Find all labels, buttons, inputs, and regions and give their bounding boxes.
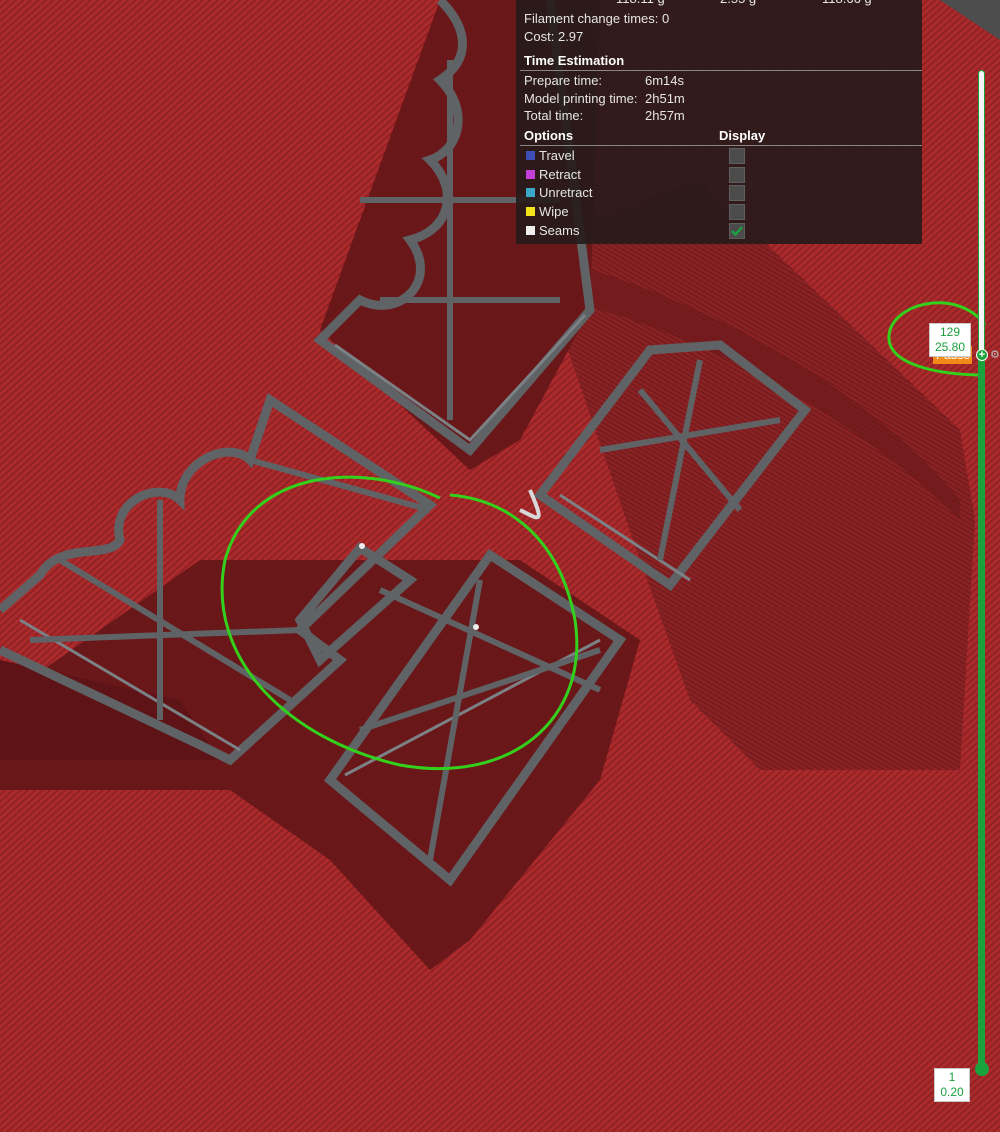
cost-row: Cost: 2.97	[524, 28, 583, 46]
seams-color-swatch	[526, 226, 535, 235]
gcode-legend-panel: 118.11 g 2.55 g 118.66 g Filament change…	[516, 0, 922, 244]
wipe-display-checkbox[interactable]	[729, 204, 745, 220]
prepare-time-label: Prepare time:	[524, 73, 603, 88]
weight-support: 2.55 g	[720, 0, 756, 8]
filament-change-value: 0	[662, 11, 670, 26]
option-row-travel: Travel	[524, 147, 924, 165]
lower-layer-thumb[interactable]	[975, 1062, 989, 1076]
total-time-value: 2h57m	[645, 108, 685, 123]
upper-layer-label: 129 25.80	[929, 323, 971, 357]
wipe-color-swatch	[526, 207, 535, 216]
lower-layer-height: 0.20	[940, 1085, 964, 1099]
lower-layer-number: 1	[948, 1070, 956, 1084]
layer-slider-range	[978, 357, 985, 1070]
model-printing-time-value: 2h51m	[645, 91, 685, 106]
gcode-preview-viewport[interactable]: 118.11 g 2.55 g 118.66 g Filament change…	[0, 0, 1000, 1132]
travel-color-swatch	[526, 151, 535, 160]
cost-label: Cost:	[524, 29, 555, 44]
retract-display-checkbox[interactable]	[729, 167, 745, 183]
option-row-wipe: Wipe	[524, 203, 924, 221]
options-header: Options	[524, 128, 574, 143]
seams-display-checkbox[interactable]	[729, 223, 745, 239]
option-label: Wipe	[539, 204, 569, 219]
unretract-display-checkbox[interactable]	[729, 185, 745, 201]
cog-icon[interactable]: ⚙	[990, 349, 1000, 361]
retract-color-swatch	[526, 170, 535, 179]
filament-change-label: Filament change times:	[524, 11, 659, 26]
total-time-label: Total time:	[524, 108, 584, 123]
option-label: Seams	[539, 223, 580, 238]
prepare-time-value: 6m14s	[645, 73, 685, 88]
options-header-row: Options Display	[524, 127, 924, 145]
divider	[520, 70, 922, 71]
unretract-color-swatch	[526, 188, 535, 197]
option-label: Retract	[539, 167, 581, 182]
upper-layer-number: 129	[939, 325, 961, 339]
option-row-unretract: Unretract	[524, 184, 924, 202]
checkmark-icon	[731, 226, 743, 237]
divider	[520, 145, 922, 146]
filament-change-row: Filament change times: 0	[524, 10, 669, 28]
travel-display-checkbox[interactable]	[729, 148, 745, 164]
cost-value: 2.97	[557, 29, 584, 44]
upper-layer-height: 25.80	[934, 340, 966, 354]
option-row-seams: Seams	[524, 222, 924, 240]
option-label: Unretract	[539, 185, 593, 200]
option-label: Travel	[539, 148, 575, 163]
upper-layer-thumb[interactable]: +	[976, 349, 988, 361]
weight-total: 118.66 g	[822, 0, 872, 8]
weight-model: 118.11 g	[616, 0, 665, 8]
plus-icon: +	[978, 349, 986, 361]
time-estimation-title: Time Estimation	[524, 53, 625, 68]
lower-layer-label: 1 0.20	[934, 1068, 970, 1102]
option-row-retract: Retract	[524, 166, 924, 184]
model-printing-time-label: Model printing time:	[524, 91, 638, 106]
display-header: Display	[719, 128, 766, 143]
